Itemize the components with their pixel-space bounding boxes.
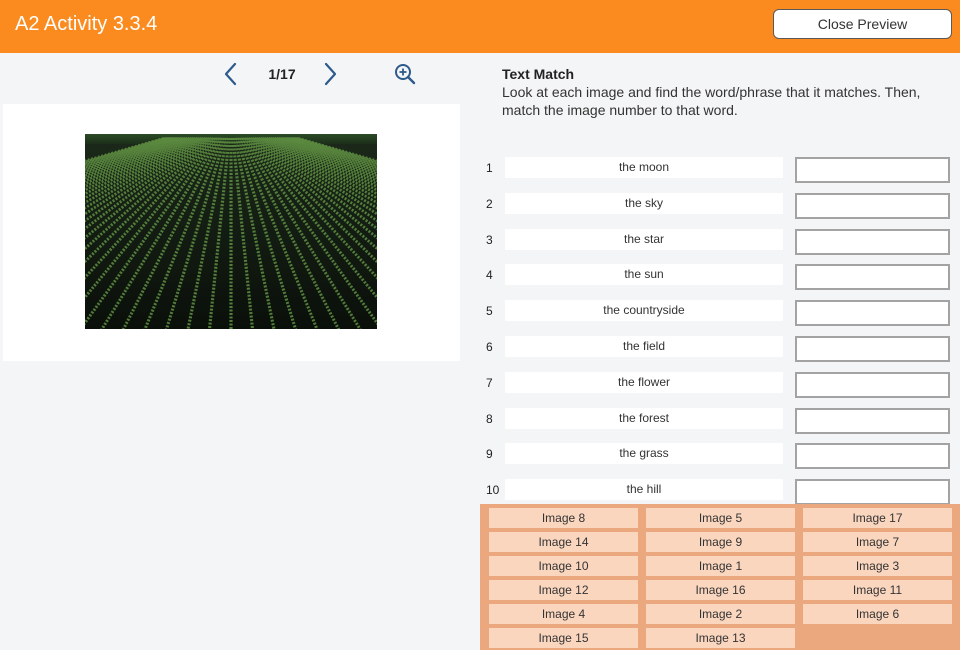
zoom-in-button[interactable] xyxy=(392,61,418,87)
activity-title: A2 Activity 3.3.4 xyxy=(15,13,158,35)
image-answer-bank: Image 8 Image 5 Image 17 Image 14 Image 9 Ima… xyxy=(480,504,960,650)
word-cell: the countryside xyxy=(505,300,783,322)
row-number: 8 xyxy=(486,411,493,426)
chevron-left-icon xyxy=(224,62,237,86)
word-cell: the moon xyxy=(505,157,783,178)
answer-drop-zone[interactable] xyxy=(795,300,950,327)
word-cell: the star xyxy=(505,228,783,250)
image-chip[interactable]: Image 1 xyxy=(646,555,795,576)
word-cell: the grass xyxy=(505,443,783,465)
image-chip[interactable]: Image 14 xyxy=(489,531,638,552)
image-chip[interactable]: Image 10 xyxy=(489,555,638,576)
zoom-in-icon xyxy=(395,64,416,85)
previous-page-button[interactable] xyxy=(218,60,244,88)
answer-drop-zone[interactable] xyxy=(795,479,950,506)
word-cell: the sky xyxy=(505,192,783,214)
image-chip[interactable]: Image 17 xyxy=(803,508,952,528)
word-cell: the forest xyxy=(505,407,783,429)
image-chip[interactable]: Image 5 xyxy=(646,508,795,528)
word-cell: the field xyxy=(505,336,783,357)
instructions-panel: Text Match Look at each image and find t… xyxy=(502,66,942,119)
image-chip[interactable]: Image 6 xyxy=(803,603,952,624)
image-chip[interactable]: Image 16 xyxy=(646,579,795,600)
answer-drop-zone[interactable] xyxy=(795,192,950,219)
answer-drop-zone[interactable] xyxy=(795,407,950,434)
row-number: 2 xyxy=(486,196,493,211)
answer-drop-zone[interactable] xyxy=(795,228,950,255)
answer-drop-zone[interactable] xyxy=(795,443,950,470)
image-chip[interactable]: Image 7 xyxy=(803,531,952,552)
answer-drop-zone[interactable] xyxy=(795,371,950,398)
answer-drop-zone[interactable] xyxy=(795,336,950,362)
word-cell: the flower xyxy=(505,371,783,393)
chevron-right-icon xyxy=(324,62,337,86)
image-chip[interactable]: Image 4 xyxy=(489,603,638,624)
row-number: 4 xyxy=(486,268,493,283)
instructions-text: Look at each image and find the word/phr… xyxy=(502,84,921,118)
crop-field-photo xyxy=(85,134,377,329)
image-chip[interactable]: Image 11 xyxy=(803,579,952,600)
header-bar: A2 Activity 3.3.4 Close Preview xyxy=(0,0,960,53)
image-viewer xyxy=(3,104,460,361)
image-chip[interactable]: Image 13 xyxy=(646,627,795,648)
close-preview-button[interactable]: Close Preview xyxy=(773,9,952,39)
word-cell: the sun xyxy=(505,264,783,286)
row-number: 7 xyxy=(486,375,493,390)
image-chip[interactable]: Image 8 xyxy=(489,508,638,528)
word-cell: the hill xyxy=(505,479,783,501)
row-number: 6 xyxy=(486,340,493,354)
image-chip[interactable]: Image 9 xyxy=(646,531,795,552)
image-chip[interactable]: Image 12 xyxy=(489,579,638,600)
row-number: 9 xyxy=(486,447,493,462)
next-page-button[interactable] xyxy=(318,60,344,88)
instructions-title: Text Match xyxy=(502,66,575,82)
image-chip[interactable]: Image 3 xyxy=(803,555,952,576)
image-chip[interactable]: Image 15 xyxy=(489,627,638,648)
row-number: 1 xyxy=(486,161,493,175)
answer-drop-zone[interactable] xyxy=(795,264,950,291)
row-number: 3 xyxy=(486,232,493,247)
image-chip[interactable]: Image 2 xyxy=(646,603,795,624)
row-number: 5 xyxy=(486,304,493,319)
answer-drop-zone[interactable] xyxy=(795,157,950,183)
row-number: 10 xyxy=(486,483,500,498)
page-counter: 1/17 xyxy=(268,66,296,82)
